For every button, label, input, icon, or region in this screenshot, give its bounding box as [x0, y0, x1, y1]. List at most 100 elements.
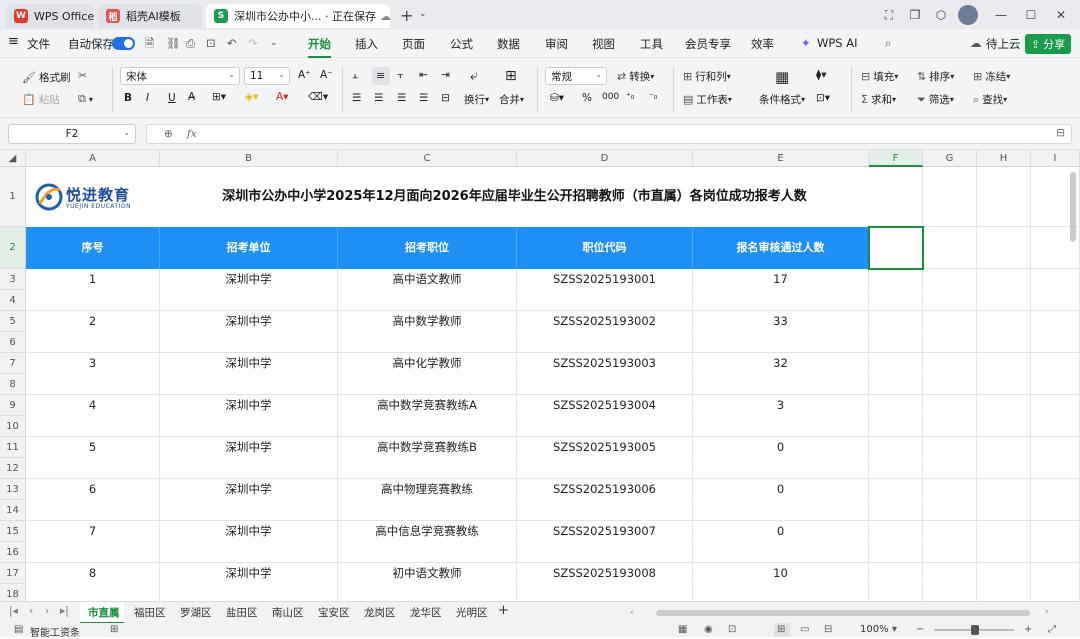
- chevron-down-icon[interactable]: ⌄: [419, 9, 427, 19]
- justify-button[interactable]: ☰: [419, 92, 428, 104]
- col-header-g[interactable]: G: [923, 150, 977, 167]
- zoom-level[interactable]: 100%: [860, 624, 889, 635]
- cell-count[interactable]: 0: [693, 479, 869, 500]
- empty-cell[interactable]: [869, 167, 923, 227]
- name-box[interactable]: F2 ⌄: [8, 124, 136, 144]
- empty-cell[interactable]: [1031, 269, 1080, 290]
- cell-code[interactable]: SZSS2025193004: [517, 395, 693, 416]
- empty-cell[interactable]: [869, 584, 923, 601]
- empty-cell[interactable]: [869, 311, 923, 332]
- cell-unit[interactable]: 深圳中学: [160, 437, 338, 458]
- empty-cell[interactable]: [1031, 374, 1080, 395]
- cell-code[interactable]: SZSS2025193008: [517, 563, 693, 584]
- empty-cell[interactable]: [1031, 290, 1080, 311]
- empty-cell[interactable]: [1031, 563, 1080, 584]
- empty-cell[interactable]: [26, 332, 160, 353]
- cell-no[interactable]: 4: [26, 395, 160, 416]
- row-header-13[interactable]: 13: [0, 479, 26, 500]
- empty-cell[interactable]: [517, 290, 693, 311]
- empty-cell[interactable]: [1031, 479, 1080, 500]
- empty-cell[interactable]: [160, 290, 338, 311]
- empty-cell[interactable]: [517, 584, 693, 601]
- sheet-tab-longgang[interactable]: 龙岗区: [364, 605, 396, 620]
- print-preview-icon[interactable]: ⊡: [206, 36, 216, 50]
- cell-count[interactable]: 3: [693, 395, 869, 416]
- undo-icon[interactable]: ↶: [227, 36, 237, 50]
- link-icon[interactable]: ⛓: [166, 36, 181, 50]
- close-window-icon[interactable]: ✕: [1052, 6, 1070, 24]
- selected-cell-f2[interactable]: [868, 226, 924, 270]
- empty-cell[interactable]: [693, 500, 869, 521]
- empty-cell[interactable]: [869, 437, 923, 458]
- empty-cell[interactable]: [923, 458, 977, 479]
- tab-review[interactable]: 审阅: [545, 36, 568, 52]
- cell-no[interactable]: 8: [26, 563, 160, 584]
- merge-button[interactable]: 合并 ▾: [499, 92, 524, 107]
- empty-cell[interactable]: [338, 374, 517, 395]
- fill-color-button[interactable]: ◈▾: [245, 91, 258, 103]
- empty-cell[interactable]: [1031, 458, 1080, 479]
- indent-decrease-button[interactable]: ⇤: [419, 69, 428, 81]
- cell-unit[interactable]: 深圳中学: [160, 269, 338, 290]
- sheet-tab-guangming[interactable]: 光明区: [456, 605, 488, 620]
- tab-view[interactable]: 视图: [592, 36, 615, 52]
- empty-cell[interactable]: [338, 584, 517, 601]
- cell-count[interactable]: 32: [693, 353, 869, 374]
- sheet-tab-baoan[interactable]: 宝安区: [318, 605, 350, 620]
- empty-cell[interactable]: [693, 584, 869, 601]
- empty-cell[interactable]: [977, 437, 1031, 458]
- cond-format-button[interactable]: 条件格式 ▾: [759, 92, 805, 107]
- empty-cell[interactable]: [26, 500, 160, 521]
- font-size-select[interactable]: 11 ⌄: [244, 67, 290, 85]
- hamburger-icon[interactable]: ≡: [8, 34, 19, 49]
- empty-cell[interactable]: [1031, 332, 1080, 353]
- number-format-select[interactable]: 常规 ⌄: [545, 67, 607, 85]
- sheet-tab-longhua[interactable]: 龙华区: [410, 605, 442, 620]
- cell-unit[interactable]: 深圳中学: [160, 563, 338, 584]
- tab-data[interactable]: 数据: [497, 36, 520, 52]
- empty-cell[interactable]: [977, 395, 1031, 416]
- sheet-tab-luohu[interactable]: 罗湖区: [180, 605, 212, 620]
- row-header-5[interactable]: 5: [0, 311, 26, 332]
- empty-cell[interactable]: [517, 542, 693, 563]
- empty-cell[interactable]: [517, 416, 693, 437]
- copy-button[interactable]: ⧉ ▾: [78, 92, 93, 106]
- col-header-e[interactable]: E: [693, 150, 869, 167]
- cell-no[interactable]: 6: [26, 479, 160, 500]
- empty-cell[interactable]: [160, 542, 338, 563]
- cell-position[interactable]: 高中数学教师: [338, 311, 517, 332]
- avatar[interactable]: [958, 5, 978, 25]
- empty-cell[interactable]: [977, 563, 1031, 584]
- col-header-a[interactable]: A: [26, 150, 160, 167]
- row-header-10[interactable]: 10: [0, 416, 26, 437]
- cell-position[interactable]: 高中数学竞赛教练B: [338, 437, 517, 458]
- fill-button[interactable]: ⊟ 填充 ▾: [861, 69, 898, 84]
- row-header-14[interactable]: 14: [0, 500, 26, 521]
- add-decimal-button[interactable]: ⁺₀: [626, 92, 634, 102]
- tab-insert[interactable]: 插入: [355, 36, 378, 52]
- cell-position[interactable]: 高中数学竞赛教练A: [338, 395, 517, 416]
- normal-view-button[interactable]: ⊞: [774, 623, 790, 637]
- zoom-slider-thumb[interactable]: [971, 625, 979, 635]
- break-view-icon[interactable]: ⊟: [824, 624, 832, 635]
- empty-cell[interactable]: [338, 458, 517, 479]
- select-all-corner[interactable]: ◢: [0, 150, 26, 167]
- empty-cell[interactable]: [693, 416, 869, 437]
- sheet-tab-yantian[interactable]: 盐田区: [226, 605, 258, 620]
- zoom-in-icon[interactable]: +: [1024, 624, 1032, 635]
- header-unit[interactable]: 招考单位: [160, 227, 338, 269]
- col-header-i[interactable]: I: [1031, 150, 1080, 167]
- empty-cell[interactable]: [517, 332, 693, 353]
- paste-button[interactable]: 📋 粘贴: [22, 92, 60, 107]
- borders-button[interactable]: ⊞▾: [212, 91, 226, 103]
- tab-efficiency[interactable]: 效率: [751, 36, 774, 52]
- save-icon[interactable]: 🗎: [145, 36, 154, 55]
- cell-count[interactable]: 10: [693, 563, 869, 584]
- prev-sheet-icon[interactable]: ‹: [29, 605, 33, 617]
- row-header-3[interactable]: 3: [0, 269, 26, 290]
- page-view-icon[interactable]: ▭: [800, 624, 809, 635]
- empty-cell[interactable]: [869, 500, 923, 521]
- cell-position[interactable]: 初中语文教师: [338, 563, 517, 584]
- empty-cell[interactable]: [869, 521, 923, 542]
- empty-cell[interactable]: [869, 416, 923, 437]
